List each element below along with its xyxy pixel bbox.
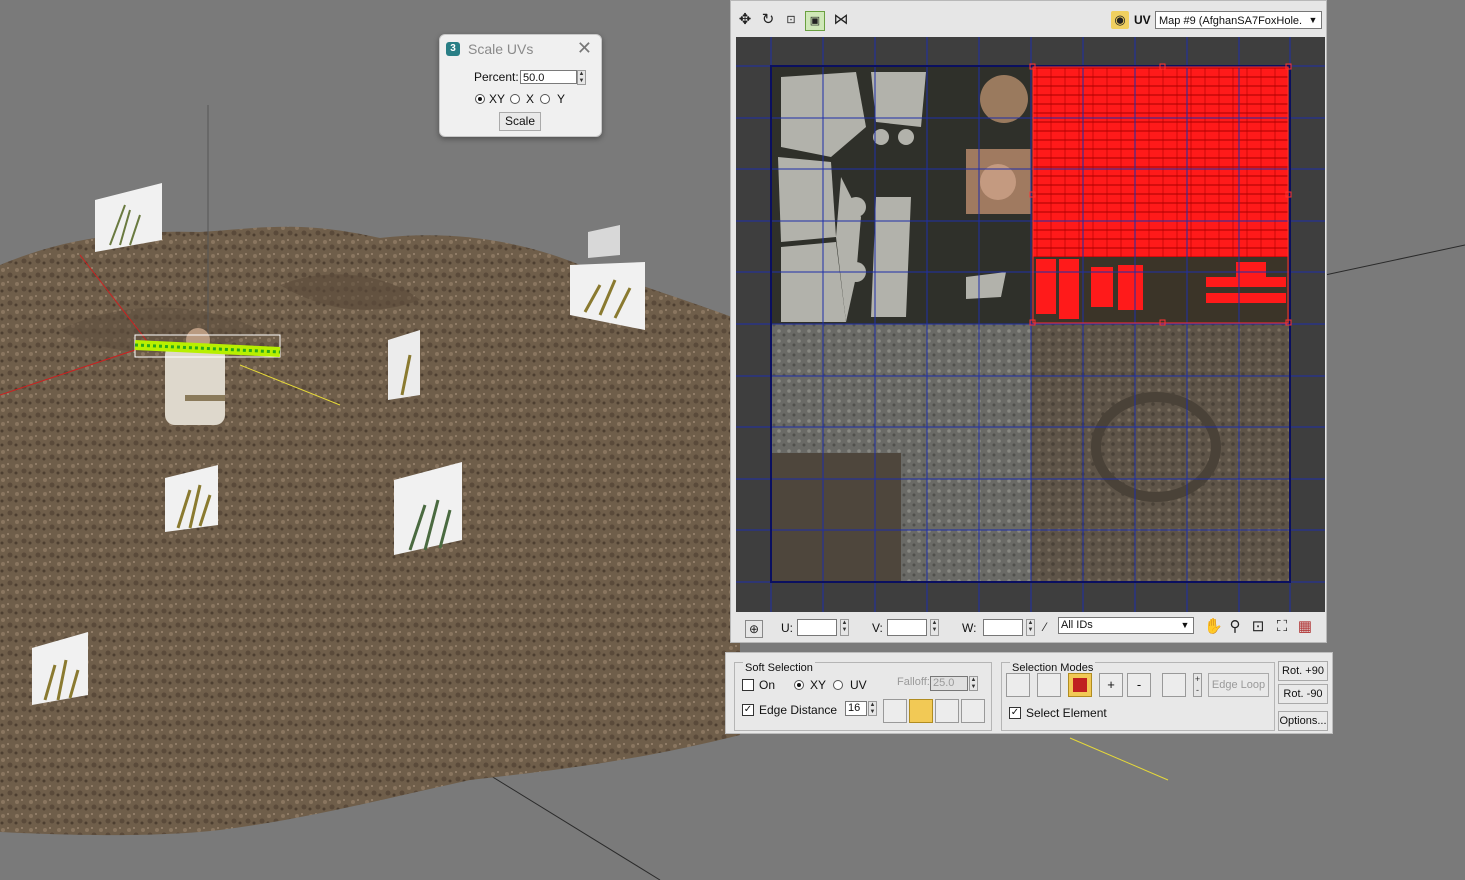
grass-billboard bbox=[95, 183, 162, 252]
radio-x-label: X bbox=[526, 92, 535, 106]
u-spinner[interactable]: ▲ ▼ bbox=[840, 619, 849, 636]
falloff-label: Falloff: bbox=[897, 676, 930, 688]
mirror-icon[interactable]: ⋈ bbox=[832, 11, 850, 29]
texture-icon[interactable]: ◉ bbox=[1111, 11, 1129, 29]
falloff-slow-button[interactable] bbox=[935, 699, 959, 723]
zoom-extents-icon[interactable]: ⛶ bbox=[1273, 618, 1291, 636]
ids-select-value: All IDs bbox=[1061, 619, 1093, 631]
uv-canvas[interactable] bbox=[736, 37, 1325, 612]
scale-uvs-dialog[interactable]: 3 Scale UVs ✕ Percent: 50.0 ▲ ▼ XY X Y Sc… bbox=[439, 34, 602, 137]
soft-selection-title: Soft Selection bbox=[743, 662, 815, 674]
soft-uv-label: UV bbox=[850, 678, 867, 692]
shrink-selection-button[interactable]: - bbox=[1127, 673, 1151, 697]
selection-modes-group: Selection Modes + - + - Edge Loop ✓ Selec… bbox=[1001, 662, 1275, 731]
edge-distance-input[interactable]: 16 bbox=[845, 701, 867, 716]
app-icon: 3 bbox=[446, 42, 460, 56]
rotate-plus-90-button[interactable]: Rot. +90 bbox=[1278, 661, 1328, 681]
soft-xy-label: XY bbox=[810, 678, 827, 692]
dialog-title: Scale UVs bbox=[468, 41, 534, 57]
grid-snap-icon[interactable]: ⊕ bbox=[745, 620, 763, 638]
edge-distance-spinner[interactable]: ▲ ▼ bbox=[868, 701, 877, 716]
vertex-mode-icon[interactable] bbox=[1006, 673, 1030, 697]
edge-distance-checkbox[interactable]: ✓ bbox=[742, 704, 754, 716]
select-element-checkbox[interactable]: ✓ bbox=[1009, 707, 1021, 719]
on-label: On bbox=[759, 678, 776, 692]
w-label: W: bbox=[962, 621, 977, 635]
grow-selection-button[interactable]: + bbox=[1099, 673, 1123, 697]
edge-mode-icon[interactable] bbox=[1037, 673, 1061, 697]
percent-spinner[interactable]: ▲ ▼ bbox=[577, 70, 586, 85]
w-input[interactable] bbox=[983, 619, 1023, 636]
falloff-fast-button[interactable] bbox=[961, 699, 985, 723]
scale-icon[interactable]: ⊡ bbox=[782, 11, 800, 29]
v-label: V: bbox=[872, 621, 883, 635]
scale-button[interactable]: Scale bbox=[499, 112, 541, 131]
face-mode-icon[interactable] bbox=[1068, 673, 1092, 697]
uv-label: UV bbox=[1134, 13, 1151, 27]
radio-y-label: Y bbox=[557, 92, 566, 106]
radio-x[interactable] bbox=[510, 94, 520, 104]
soft-selection-group: Soft Selection On XY UV Falloff: 25.0 ▲ ▼… bbox=[734, 662, 992, 731]
falloff-smooth-button[interactable] bbox=[883, 699, 907, 723]
radio-xy-label: XY bbox=[489, 92, 506, 106]
u-input[interactable] bbox=[797, 619, 837, 636]
u-label: U: bbox=[781, 621, 793, 635]
ids-select[interactable]: All IDs ▼ bbox=[1058, 617, 1194, 634]
uv-toolbar: ✥ ↻ ⊡ ▣ ⋈ ◉ UV Map #9 (AfghanSA7FoxHole.… bbox=[731, 1, 1326, 37]
paint-size-spinner[interactable]: + - bbox=[1193, 673, 1202, 697]
edit-uvw-window[interactable]: ✥ ↻ ⊡ ▣ ⋈ ◉ UV Map #9 (AfghanSA7FoxHole.… bbox=[730, 0, 1327, 643]
radio-y[interactable] bbox=[540, 94, 550, 104]
rotate-minus-90-button[interactable]: Rot. -90 bbox=[1278, 684, 1328, 704]
options-button[interactable]: Options... bbox=[1278, 711, 1328, 731]
map-select-value: Map #9 (AfghanSA7FoxHole. bbox=[1159, 15, 1303, 27]
edge-distance-label: Edge Distance bbox=[759, 703, 838, 717]
v-spinner[interactable]: ▲ ▼ bbox=[930, 619, 939, 636]
v-input[interactable] bbox=[887, 619, 927, 636]
paint-select-icon[interactable] bbox=[1162, 673, 1186, 697]
zoom-region-icon[interactable]: ⊡ bbox=[1249, 618, 1267, 636]
pan-icon[interactable]: ✋ bbox=[1204, 618, 1223, 636]
chevron-down-icon: ▼ bbox=[1180, 620, 1190, 630]
falloff-spinner[interactable]: ▲ ▼ bbox=[969, 676, 978, 691]
on-checkbox[interactable] bbox=[742, 679, 754, 691]
grass-billboard bbox=[388, 330, 420, 400]
close-icon[interactable]: ✕ bbox=[577, 38, 592, 59]
w-spinner[interactable]: ▲ ▼ bbox=[1026, 619, 1035, 636]
percent-label: Percent: bbox=[474, 70, 519, 84]
uv-options-panel: Soft Selection On XY UV Falloff: 25.0 ▲ ▼… bbox=[725, 652, 1333, 734]
lock-icon[interactable]: ⁄ bbox=[1036, 618, 1054, 636]
falloff-linear-button[interactable] bbox=[909, 699, 933, 723]
freeform-icon[interactable]: ▣ bbox=[805, 11, 825, 31]
map-select[interactable]: Map #9 (AfghanSA7FoxHole. ▼ bbox=[1155, 11, 1322, 29]
rotate-icon[interactable]: ↻ bbox=[759, 11, 777, 29]
edge-loop-button[interactable]: Edge Loop bbox=[1208, 673, 1269, 697]
checker-icon[interactable]: ▦ bbox=[1296, 618, 1314, 636]
radio-soft-xy[interactable] bbox=[794, 680, 804, 690]
chevron-down-icon: ▼ bbox=[1308, 15, 1318, 25]
falloff-input[interactable]: 25.0 bbox=[930, 676, 968, 691]
zoom-icon[interactable]: ⚲ bbox=[1226, 618, 1244, 636]
percent-input[interactable]: 50.0 bbox=[520, 70, 577, 84]
uv-bottom-toolbar: ⊕ U: ▲ ▼ V: ▲ ▼ W: ▲ ▼ ⁄ All IDs ▼ ✋ ⚲ ⊡ ⛶ … bbox=[731, 612, 1326, 642]
move-icon[interactable]: ✥ bbox=[736, 11, 754, 29]
radio-xy[interactable] bbox=[475, 94, 485, 104]
radio-soft-uv[interactable] bbox=[833, 680, 843, 690]
uv-grid bbox=[736, 37, 1325, 612]
select-element-label: Select Element bbox=[1026, 706, 1107, 720]
